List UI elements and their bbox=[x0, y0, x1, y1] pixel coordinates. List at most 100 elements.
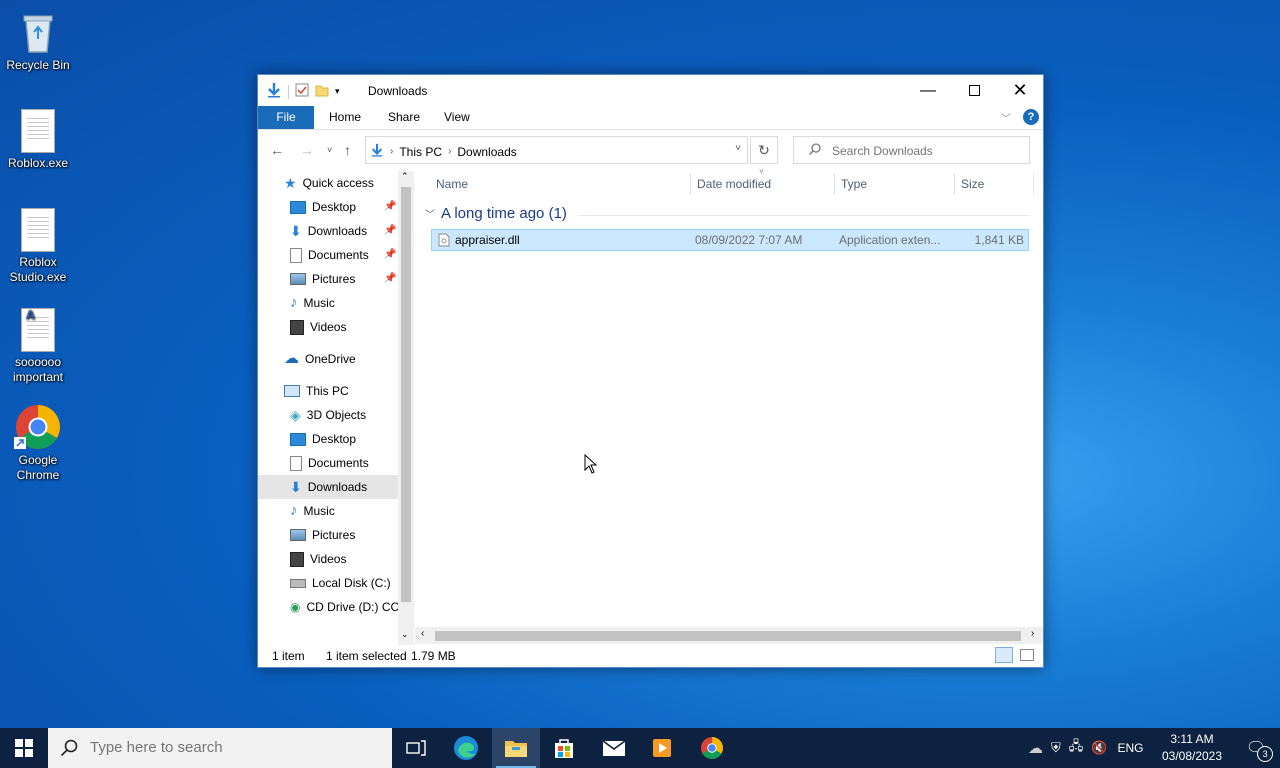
scroll-right-icon[interactable]: › bbox=[1031, 628, 1034, 639]
column-header-date-modified[interactable]: Date modified bbox=[697, 171, 771, 197]
clock-date: 03/08/2023 bbox=[1161, 749, 1223, 763]
desktop-icon-roblox-studio-exe[interactable]: Roblox Studio.exe bbox=[0, 205, 76, 285]
nav-pc-videos[interactable]: Videos bbox=[290, 547, 346, 571]
column-header-name[interactable]: Name bbox=[436, 171, 468, 197]
title-bar[interactable]: ▾ Downloads — ✕ bbox=[258, 75, 1043, 106]
scrollbar-thumb[interactable] bbox=[435, 631, 1021, 641]
onedrive-tray-icon[interactable]: ☁ bbox=[1028, 739, 1043, 757]
search-input[interactable] bbox=[830, 143, 1024, 159]
nav-label: Desktop bbox=[312, 432, 357, 446]
column-header-type[interactable]: Type bbox=[841, 171, 867, 197]
up-arrow-icon[interactable]: ↑ bbox=[344, 142, 351, 158]
recent-locations-icon[interactable]: ˅ bbox=[327, 145, 332, 155]
nav-onedrive[interactable]: ☁ OneDrive bbox=[284, 347, 356, 371]
chevron-right-icon[interactable]: › bbox=[390, 146, 393, 157]
nav-pc-documents[interactable]: Documents bbox=[290, 451, 369, 475]
nav-quick-videos[interactable]: Videos bbox=[290, 315, 346, 339]
chevron-right-icon[interactable]: › bbox=[448, 146, 451, 157]
maximize-button[interactable] bbox=[951, 75, 997, 106]
breadcrumb-this-pc[interactable]: This PC bbox=[399, 145, 442, 159]
defender-tray-icon[interactable]: ⛨ bbox=[1051, 740, 1061, 756]
nav-quick-pictures[interactable]: Pictures 📌 bbox=[290, 267, 398, 291]
system-clock[interactable]: 3:11 AM 03/08/2023 bbox=[1150, 731, 1234, 765]
network-tray-icon[interactable]: 🖧 bbox=[1069, 737, 1084, 759]
tab-share[interactable]: Share bbox=[374, 106, 434, 129]
file-list: Name ˅ Date modified Type Size ﹀ A long … bbox=[415, 167, 1043, 645]
nav-pc-music[interactable]: ♪ Music bbox=[290, 499, 335, 523]
start-button[interactable] bbox=[0, 728, 48, 768]
task-view-button[interactable] bbox=[392, 728, 440, 768]
nav-pc-pictures[interactable]: Pictures bbox=[290, 523, 355, 547]
help-icon[interactable]: ? bbox=[1023, 109, 1039, 125]
file-list-horizontal-scrollbar[interactable]: ‹ › bbox=[415, 627, 1043, 644]
desktop-icon-roblox-exe[interactable]: Roblox.exe bbox=[0, 106, 76, 171]
pin-icon[interactable]: 📌 bbox=[384, 219, 396, 243]
back-arrow-icon[interactable]: ← bbox=[270, 142, 284, 158]
breadcrumb-downloads[interactable]: Downloads bbox=[457, 145, 516, 159]
nav-quick-downloads[interactable]: ⬇ Downloads 📌 bbox=[290, 219, 398, 243]
nav-pc-downloads[interactable]: ⬇ Downloads bbox=[258, 475, 398, 499]
group-label: A long time ago (1) bbox=[441, 205, 567, 222]
scroll-down-icon[interactable]: ⌄ bbox=[401, 629, 409, 640]
maximize-icon bbox=[968, 85, 980, 96]
nav-pane-scrollbar[interactable]: ⌃ ⌄ bbox=[398, 171, 414, 645]
pin-icon[interactable]: 📌 bbox=[384, 195, 396, 219]
properties-icon[interactable] bbox=[295, 83, 309, 100]
column-header-size[interactable]: Size bbox=[961, 171, 984, 197]
scroll-left-icon[interactable]: ‹ bbox=[421, 628, 424, 639]
desktop-icon bbox=[290, 200, 306, 214]
language-indicator[interactable]: ENG bbox=[1117, 741, 1143, 755]
minimize-button[interactable]: — bbox=[905, 75, 951, 106]
chrome-taskbar-button[interactable] bbox=[688, 728, 736, 768]
nav-pc-3d-objects[interactable]: ◈ 3D Objects bbox=[290, 403, 366, 427]
desktop-icon-soooooo-important[interactable]: A soooooo important bbox=[0, 305, 76, 385]
tab-file[interactable]: File bbox=[258, 106, 314, 129]
refresh-button[interactable]: ↻ bbox=[750, 136, 778, 164]
taskbar-search[interactable] bbox=[48, 728, 392, 768]
scroll-up-icon[interactable]: ⌃ bbox=[401, 171, 409, 182]
large-icons-view-icon[interactable] bbox=[1020, 649, 1034, 661]
address-bar[interactable]: › This PC › Downloads ˅ bbox=[365, 136, 748, 164]
window-title: Downloads bbox=[368, 84, 428, 98]
scrollbar-thumb[interactable] bbox=[401, 187, 411, 602]
desktop-icon-recycle-bin[interactable]: Recycle Bin bbox=[0, 8, 76, 73]
file-explorer-taskbar-button[interactable] bbox=[492, 728, 540, 768]
address-dropdown-icon[interactable]: ˅ bbox=[735, 143, 741, 154]
taskbar-search-input[interactable] bbox=[88, 738, 382, 757]
nav-pc-local-disk[interactable]: Local Disk (C:) bbox=[290, 571, 391, 595]
pin-icon[interactable]: 📌 bbox=[384, 267, 396, 291]
nav-quick-music[interactable]: ♪ Music bbox=[290, 291, 335, 315]
file-icon bbox=[14, 205, 62, 253]
group-header[interactable]: ﹀ A long time ago (1) bbox=[425, 205, 567, 222]
nav-quick-documents[interactable]: Documents 📌 bbox=[290, 243, 398, 267]
recycle-bin-icon bbox=[14, 8, 62, 56]
documents-icon bbox=[290, 247, 302, 263]
documents-icon bbox=[290, 455, 302, 471]
volume-muted-icon[interactable]: 🔇 bbox=[1091, 740, 1107, 756]
details-view-icon[interactable] bbox=[995, 647, 1013, 663]
edge-taskbar-button[interactable] bbox=[442, 728, 490, 768]
nav-quick-desktop[interactable]: Desktop 📌 bbox=[290, 195, 398, 219]
new-folder-icon[interactable] bbox=[315, 83, 329, 100]
expand-ribbon-icon[interactable]: ﹀ bbox=[1001, 110, 1011, 125]
nav-this-pc[interactable]: This PC bbox=[284, 379, 349, 403]
desktop-icon-google-chrome[interactable]: Google Chrome bbox=[0, 403, 76, 483]
search-box[interactable] bbox=[793, 136, 1030, 164]
notification-center-button[interactable]: 🗨 3 bbox=[1232, 728, 1280, 768]
qat-dropdown-icon[interactable]: ▾ bbox=[335, 86, 340, 97]
tab-view[interactable]: View bbox=[430, 106, 484, 129]
desktop-icon-label: soooooo important bbox=[12, 355, 64, 384]
downloads-arrow-icon bbox=[266, 82, 282, 101]
store-taskbar-button[interactable] bbox=[540, 728, 588, 768]
nav-quick-access[interactable]: ★ Quick access bbox=[284, 171, 374, 195]
media-player-taskbar-button[interactable] bbox=[638, 728, 686, 768]
pin-icon[interactable]: 📌 bbox=[384, 243, 396, 267]
nav-pc-desktop[interactable]: Desktop bbox=[290, 427, 356, 451]
tab-home[interactable]: Home bbox=[315, 106, 375, 129]
mail-taskbar-button[interactable] bbox=[590, 728, 638, 768]
close-button[interactable]: ✕ bbox=[997, 75, 1043, 106]
table-row[interactable]: appraiser.dll 08/09/2022 7:07 AM Applica… bbox=[431, 229, 1029, 251]
nav-pc-cd-drive[interactable]: ◉ CD Drive (D:) CC bbox=[290, 595, 398, 619]
desktop-icon bbox=[290, 432, 306, 446]
forward-arrow-icon[interactable]: → bbox=[300, 142, 314, 158]
